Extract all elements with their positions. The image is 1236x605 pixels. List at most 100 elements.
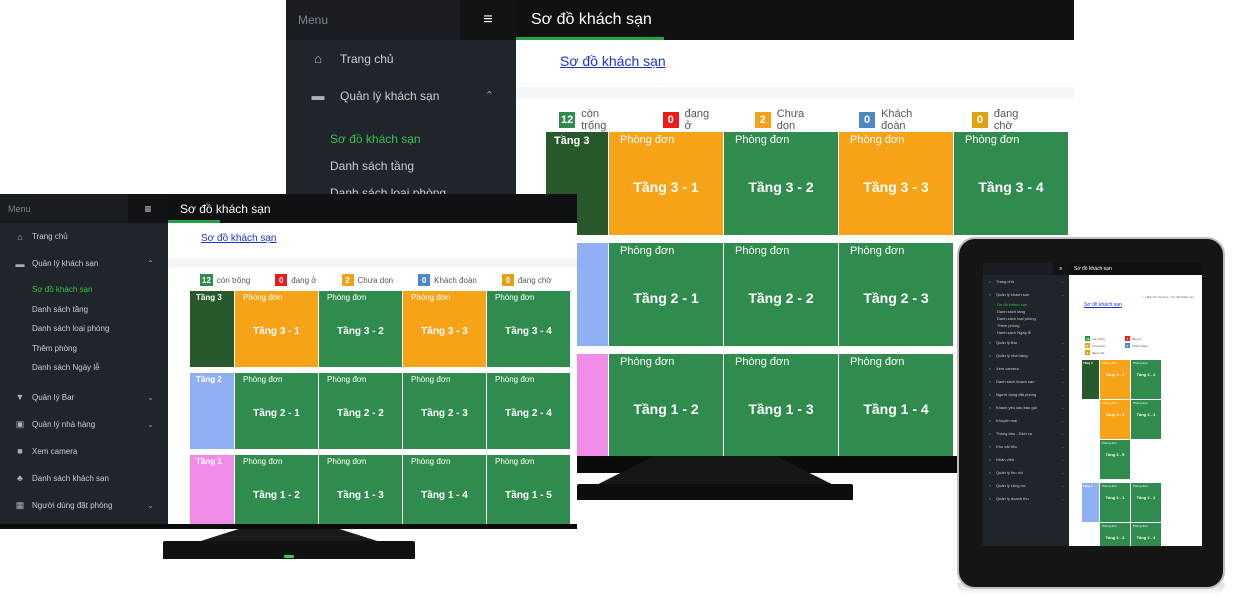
room-card[interactable]: Phòng đơn Tầng 2 - 3 — [1100, 523, 1130, 546]
room-type: Phòng đơn — [620, 245, 675, 257]
room-name: Tầng 2 - 2 — [748, 290, 814, 306]
room-card[interactable]: Phòng đơn Tầng 1 - 4 — [403, 455, 486, 524]
legend-count: 0 — [662, 112, 679, 128]
floor-label: Tầng 3 — [190, 291, 234, 367]
hamburger-icon[interactable]: ≡ — [128, 194, 168, 223]
sidebar-item[interactable]: ▪ Quản lý doanh thu ⌄ — [983, 492, 1069, 505]
legend-item: 0 đang ở — [1125, 336, 1165, 341]
sidebar-item[interactable]: ▪ Khuyến mại ⌄ — [983, 414, 1069, 427]
room-card[interactable]: Phòng đơn Tầng 3 - 4 — [954, 132, 1068, 235]
sidebar-item[interactable]: ▣ Quản lý nhà hàng ⌄ — [0, 411, 168, 438]
sidebar-subitem[interactable]: Thêm phòng — [983, 322, 1069, 329]
room-card[interactable]: Phòng đơn Tầng 3 - 1 — [1100, 360, 1130, 399]
sidebar-subitem[interactable]: Danh sách Ngày lễ — [983, 329, 1069, 336]
breadcrumb-link[interactable]: Sơ đồ khách sạn — [201, 233, 277, 244]
legend-item: 0 đang chờ — [501, 274, 552, 286]
sidebar-item[interactable]: ▪ Người dùng đặt phòng ⌄ — [983, 388, 1069, 401]
room-card[interactable]: Phòng đơn Tầng 3 - 1 — [235, 291, 318, 367]
room-card[interactable]: Phòng đơn Tầng 3 - 3 — [403, 291, 486, 367]
room-card[interactable]: Phòng đơn Tầng 3 - 2 — [724, 132, 838, 235]
sidebar-subitem[interactable]: Danh sách tầng — [983, 308, 1069, 315]
menu-icon: ▪ — [989, 405, 991, 410]
sidebar-item[interactable]: ▪ Quản lý khách sạn ⌄ — [983, 288, 1069, 301]
legend-item: 0 đang ở — [275, 274, 317, 286]
calendar-icon: ▦ — [15, 499, 25, 510]
hamburger-icon[interactable]: ≡ — [1053, 263, 1069, 275]
sidebar-subitem[interactable]: Danh sách loại phòng — [983, 315, 1069, 322]
menu-icon: ▪ — [989, 379, 991, 384]
sidebar-item[interactable]: ▬ Quản lý khách sạn ⌃ — [0, 250, 168, 277]
room-type: Phòng đơn — [1133, 484, 1148, 488]
sidebar-subitem[interactable]: Danh sách Ngày lễ — [0, 358, 168, 378]
sidebar-subitem[interactable]: Sơ đồ khách sạn — [0, 280, 168, 300]
room-card[interactable]: Phòng đơn Tầng 2 - 2 — [724, 243, 838, 346]
sidebar-item[interactable]: ▪ Quản lý Bar ⌄ — [983, 336, 1069, 349]
room-card[interactable]: Phòng đơn Tầng 3 - 4 — [487, 291, 570, 367]
breadcrumb-link[interactable]: Sơ đồ khách sạn — [560, 53, 666, 69]
room-name: Tầng 2 - 4 — [1136, 535, 1156, 540]
sidebar-item[interactable]: ⌂ Trang chủ — [286, 40, 516, 77]
room-type: Phòng đơn — [495, 457, 535, 466]
room-name: Tầng 3 - 2 — [337, 326, 384, 337]
legend-count: 2 — [341, 274, 354, 286]
room-card[interactable]: Phòng đơn Tầng 3 - 1 — [609, 132, 723, 235]
chevron-down-icon: ⌄ — [1061, 379, 1064, 384]
room-card[interactable]: Phòng đơn Tầng 3 - 4 — [1131, 400, 1161, 439]
sidebar-subitem[interactable]: Thêm phòng — [0, 339, 168, 359]
sidebar-item-label: Quản lý Bar — [32, 392, 75, 402]
room-card[interactable]: Phòng đơn Tầng 2 - 2 — [319, 373, 402, 449]
room-card[interactable]: Phòng đơn Tầng 2 - 1 — [609, 243, 723, 346]
sidebar-item[interactable]: ⌂ Trang chủ — [0, 223, 168, 250]
room-card[interactable]: Phòng đơn Tầng 1 - 4 — [839, 354, 953, 456]
hamburger-icon[interactable]: ≡ — [460, 0, 516, 40]
sidebar-subitem[interactable]: Danh sách tầng — [286, 153, 516, 180]
sidebar-item[interactable]: ▬ Quản lý khách sạn ⌃ — [286, 77, 516, 114]
room-card[interactable]: Phòng đơn Tầng 2 - 3 — [403, 373, 486, 449]
sidebar-item[interactable]: ▪ Quản lý nhà hàng ⌄ — [983, 349, 1069, 362]
menu-icon: ▪ — [989, 392, 991, 397]
main-area: Sơ đồ khách sạn ⌂ > Bài cho thường > Sơ … — [1069, 263, 1202, 546]
sidebar-item[interactable]: ▼ Quản lý Bar ⌄ — [0, 384, 168, 411]
room-card[interactable]: Phòng đơn Tầng 3 - 3 — [1100, 400, 1130, 439]
sidebar-item[interactable]: ▪ Danh sách khách sạn ⌄ — [983, 375, 1069, 388]
sidebar-item[interactable]: ▪ Quản lý thu chi ⌄ — [983, 466, 1069, 479]
room-card[interactable]: Phòng đơn Tầng 2 - 2 — [1131, 483, 1161, 522]
room-card[interactable]: Phòng đơn Tầng 2 - 4 — [1131, 523, 1161, 546]
sidebar-item-label: Trang chủ — [340, 51, 394, 66]
sidebar-item[interactable]: ▪ Nhân viên ⌄ — [983, 453, 1069, 466]
room-name: Tầng 1 - 5 — [505, 490, 552, 501]
room-card[interactable]: Phòng đơn Tầng 1 - 3 — [724, 354, 838, 456]
room-card[interactable]: Phòng đơn Tầng 3 - 5 — [1100, 440, 1130, 479]
sidebar-header: Menu ≡ — [286, 0, 516, 40]
room-card[interactable]: Phòng đơn Tầng 2 - 1 — [1100, 483, 1130, 522]
sidebar-item[interactable]: ▪ Thông báo - Dịch vụ ⌄ — [983, 427, 1069, 440]
sidebar-subitem[interactable]: Danh sách tầng — [0, 300, 168, 320]
room-card[interactable]: Phòng đơn Tầng 1 - 3 — [319, 455, 402, 524]
legend-item: 0 đang chờ — [1085, 350, 1125, 355]
sidebar-item[interactable]: ■ Xem camera — [0, 438, 168, 465]
room-card[interactable]: Phòng đơn Tầng 2 - 4 — [487, 373, 570, 449]
sidebar-item[interactable]: ▪ Kho vật liệu ⌄ — [983, 440, 1069, 453]
legend-count: 0 — [1125, 343, 1130, 348]
sidebar-item[interactable]: ▪ Trang chủ ⌄ — [983, 275, 1069, 288]
sidebar-subitem[interactable]: Sơ đồ khách sạn — [983, 301, 1069, 308]
room-card[interactable]: Phòng đơn Tầng 3 - 2 — [319, 291, 402, 367]
sidebar-item[interactable]: ▪ Khách yêu cầu báo giá ⌄ — [983, 401, 1069, 414]
room-card[interactable]: Phòng đơn Tầng 1 - 2 — [609, 354, 723, 456]
room-card[interactable]: Phòng đơn Tầng 2 - 1 — [235, 373, 318, 449]
room-card[interactable]: Phòng đơn Tầng 1 - 5 — [487, 455, 570, 524]
sidebar-subitem[interactable]: Sơ đồ khách sạn — [286, 126, 516, 153]
sidebar-item[interactable]: ▪ Quản lý công nợ ⌄ — [983, 479, 1069, 492]
room-card[interactable]: Phòng đơn Tầng 3 - 2 — [1131, 360, 1161, 399]
room-card[interactable]: Phòng đơn Tầng 2 - 3 — [839, 243, 953, 346]
sidebar-subitem[interactable]: Danh sách loại phòng — [0, 319, 168, 339]
room-card[interactable]: Phòng đơn Tầng 1 - 2 — [235, 455, 318, 524]
sidebar-item-label: Kho vật liệu — [996, 444, 1017, 449]
sidebar-item[interactable]: ♣ Danh sách khách sạn — [0, 465, 168, 492]
room-card[interactable]: Phòng đơn Tầng 3 - 3 — [839, 132, 953, 235]
room-grid: Tầng 3 Phòng đơn Tầng 3 - 1 Phòng đơn Tầng 3… — [1082, 360, 1161, 546]
sidebar-item[interactable]: ▦ Người dùng đặt phòng ⌄ — [0, 492, 168, 519]
sidebar-item[interactable]: ▪ Xem camera ⌄ — [983, 362, 1069, 375]
breadcrumb-link[interactable]: Sơ đồ khách sạn — [1084, 302, 1122, 308]
room-type: Phòng đơn — [850, 134, 905, 146]
